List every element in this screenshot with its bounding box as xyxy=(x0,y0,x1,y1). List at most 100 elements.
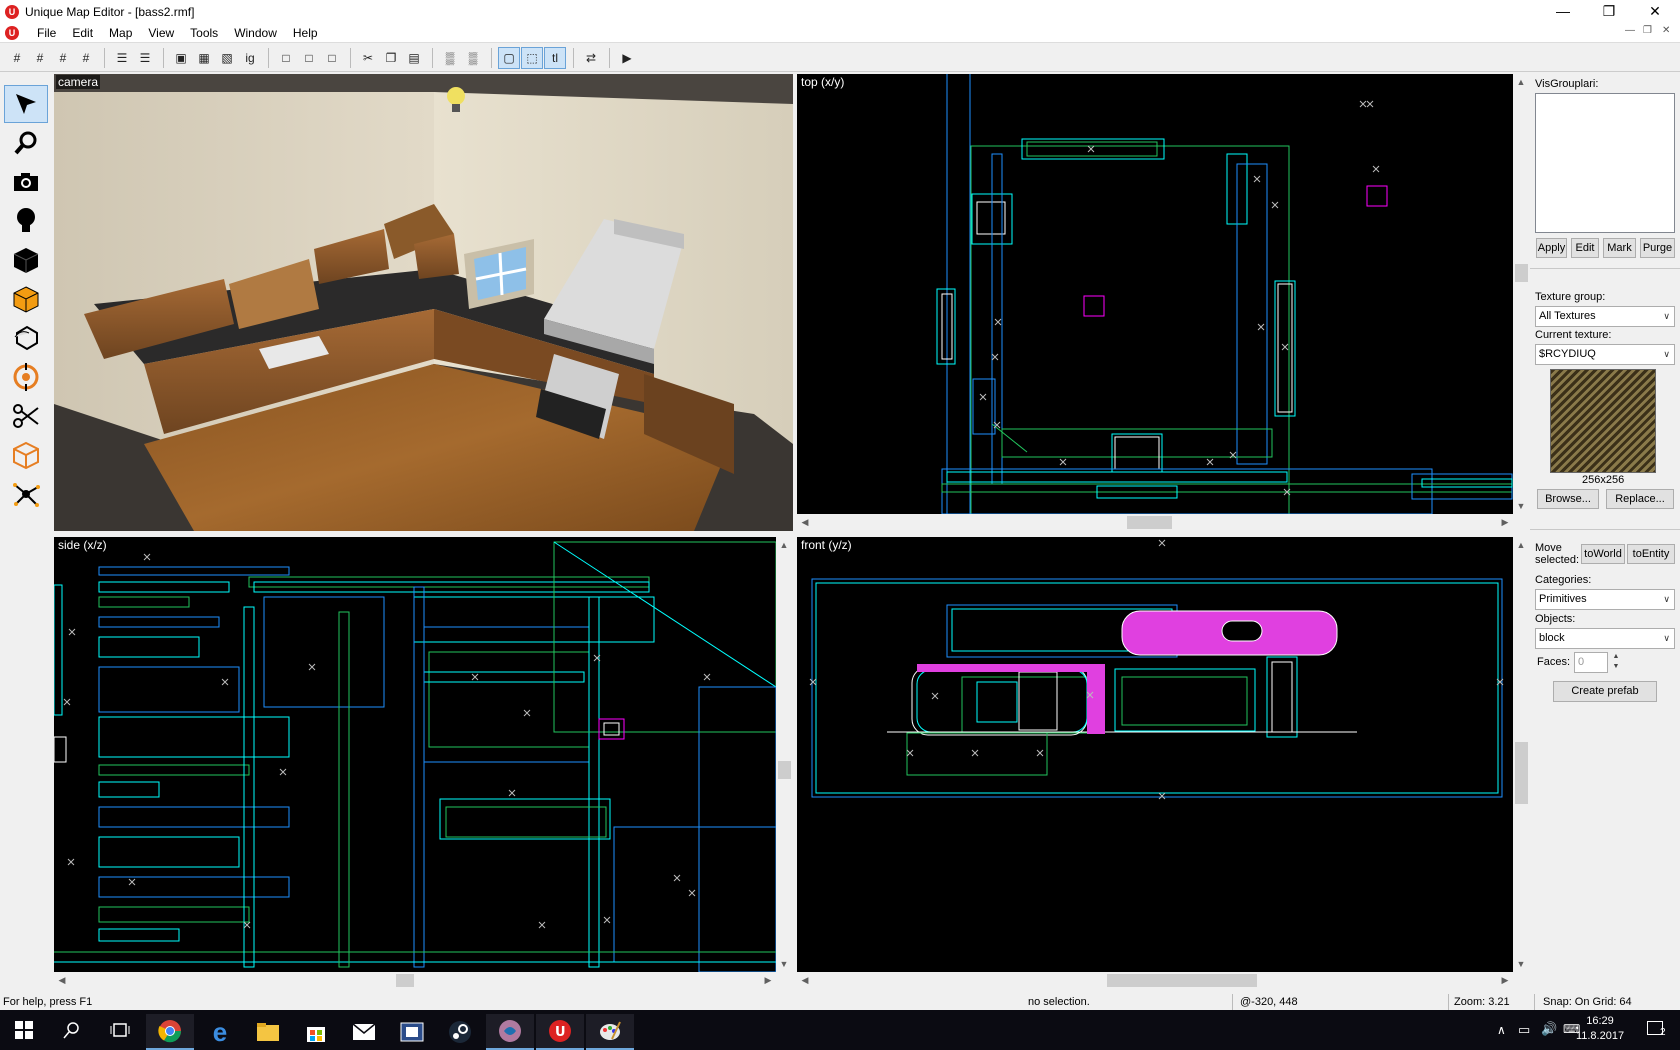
film-icon[interactable] xyxy=(388,1014,436,1050)
mdi-restore-button[interactable]: ❐ xyxy=(1643,25,1652,36)
visgroup-mark-button[interactable]: Mark xyxy=(1603,238,1636,258)
camera-tool-icon[interactable] xyxy=(4,163,48,201)
front-viewport-hscrollbar[interactable]: ◀ ▶ xyxy=(797,972,1513,989)
categories-select[interactable]: Primitives ∨ xyxy=(1535,589,1675,610)
side-viewport[interactable]: side (x/z) xyxy=(54,537,776,972)
toggle-texture-lock-icon[interactable]: ▒ xyxy=(439,47,461,69)
mdi-minimize-button[interactable]: — xyxy=(1625,25,1635,36)
faces-spinner[interactable]: ▲ ▼ xyxy=(1610,652,1622,673)
create-prefab-button[interactable]: Create prefab xyxy=(1553,681,1657,702)
mdi-close-button[interactable]: ✕ xyxy=(1662,25,1670,36)
faces-input[interactable]: 0 xyxy=(1574,652,1608,673)
current-texture-select[interactable]: $RCYDIUQ ∨ xyxy=(1535,344,1675,365)
grid-toggle-icon[interactable]: # xyxy=(6,47,28,69)
entity-tool-icon[interactable] xyxy=(4,202,48,240)
objects-select[interactable]: block ∨ xyxy=(1535,628,1675,649)
to-entity-button[interactable]: toEntity xyxy=(1627,544,1675,564)
visgroup-purge-button[interactable]: Purge xyxy=(1640,238,1675,258)
side-wireframe xyxy=(54,541,776,972)
grid-snap-icon[interactable]: # xyxy=(75,47,97,69)
steam-icon[interactable] xyxy=(436,1014,484,1050)
magnify-tool-icon[interactable] xyxy=(4,124,48,162)
texture-apply-icon[interactable]: □ xyxy=(298,47,320,69)
select-by-handles-icon[interactable]: ▢ xyxy=(498,46,520,69)
menu-view[interactable]: View xyxy=(140,26,182,40)
task-view-icon[interactable] xyxy=(96,1010,144,1050)
show-hidden-icons[interactable]: ∧ xyxy=(1497,1023,1506,1037)
search-icon[interactable] xyxy=(48,1010,96,1050)
hide-selected-icon[interactable]: ▣ xyxy=(170,47,192,69)
selection-tool-icon[interactable] xyxy=(4,85,48,123)
menu-window[interactable]: Window xyxy=(226,26,285,40)
hammer-editor-icon[interactable] xyxy=(486,1014,534,1050)
status-bar: For help, press F1 no selection. @-320, … xyxy=(0,992,1680,1012)
paint-icon[interactable] xyxy=(586,1014,634,1050)
visgroups-label: VisGrouplari: xyxy=(1535,78,1599,90)
texture-lock-icon[interactable]: □ xyxy=(275,47,297,69)
chrome-icon[interactable] xyxy=(146,1014,194,1050)
front-wireframe xyxy=(809,539,1504,800)
menu-edit[interactable]: Edit xyxy=(64,26,101,40)
top-viewport[interactable]: top (x/y) xyxy=(797,74,1513,514)
objects-value: block xyxy=(1539,632,1565,644)
texture-tool-icon[interactable] xyxy=(4,280,48,318)
mail-icon[interactable] xyxy=(340,1014,388,1050)
top-viewport-vscrollbar[interactable]: ▲ ▼ xyxy=(1513,74,1530,514)
file-explorer-icon[interactable] xyxy=(244,1014,292,1050)
menu-map[interactable]: Map xyxy=(101,26,140,40)
group-icon[interactable]: ☰ xyxy=(111,47,133,69)
close-button[interactable]: ✕ xyxy=(1632,0,1678,23)
action-center-icon[interactable]: 2 xyxy=(1640,1021,1670,1038)
faces-label: Faces: xyxy=(1537,656,1571,668)
start-button[interactable] xyxy=(0,1010,48,1050)
paste-icon[interactable]: ▤ xyxy=(403,47,425,69)
app-icon[interactable]: U xyxy=(5,4,19,19)
edge-icon[interactable]: e xyxy=(196,1014,244,1050)
decal-tool-icon[interactable] xyxy=(4,358,48,396)
top-viewport-hscrollbar[interactable]: ◀ ▶ xyxy=(797,514,1513,531)
front-viewport-vscrollbar[interactable]: ▲ ▼ xyxy=(1513,537,1530,972)
visgroup-edit-button[interactable]: Edit xyxy=(1571,238,1599,258)
compile-settings-icon[interactable]: ⇄ xyxy=(580,47,602,69)
carve-icon[interactable]: ▦ xyxy=(193,47,215,69)
map-editor-taskbar-icon[interactable]: U xyxy=(536,1014,584,1050)
grid-larger-icon[interactable]: # xyxy=(52,47,74,69)
apply-texture-tool-icon[interactable] xyxy=(4,319,48,357)
menu-help[interactable]: Help xyxy=(285,26,326,40)
visgroup-apply-button[interactable]: Apply xyxy=(1536,238,1567,258)
visgroups-list[interactable] xyxy=(1535,93,1675,233)
replace-textures-button[interactable]: Replace... xyxy=(1606,489,1674,509)
texture-group-select[interactable]: All Textures ∨ xyxy=(1535,306,1675,327)
copy-icon[interactable]: ❐ xyxy=(380,47,402,69)
store-icon[interactable] xyxy=(292,1014,340,1050)
minimize-button[interactable]: — xyxy=(1540,0,1586,23)
maximize-button[interactable]: ❐ xyxy=(1586,0,1632,23)
side-viewport-hscrollbar[interactable]: ◀ ▶ xyxy=(54,972,776,989)
ignore-groups-icon[interactable]: ig xyxy=(239,47,261,69)
front-viewport[interactable]: front (y/z) xyxy=(797,537,1513,972)
run-map-icon[interactable]: ▶ xyxy=(616,47,638,69)
vertex-tool-icon[interactable] xyxy=(4,436,48,474)
to-world-button[interactable]: toWorld xyxy=(1581,544,1625,564)
select-tl-icon[interactable]: tl xyxy=(544,46,566,69)
clip-tool-icon[interactable] xyxy=(4,397,48,435)
menu-file[interactable]: File xyxy=(29,26,64,40)
toggle-scale-lock-icon[interactable]: ▒ xyxy=(462,47,484,69)
hollow-icon[interactable]: ▧ xyxy=(216,47,238,69)
browse-textures-button[interactable]: Browse... xyxy=(1537,489,1599,509)
menu-tools[interactable]: Tools xyxy=(182,26,226,40)
document-icon[interactable]: U xyxy=(5,25,19,40)
chevron-down-icon: ∨ xyxy=(1663,349,1670,359)
select-by-center-icon[interactable]: ⬚ xyxy=(521,46,543,69)
clock[interactable]: 16:29 11.8.2017 xyxy=(1572,1014,1628,1044)
side-viewport-vscrollbar[interactable]: ▲ ▼ xyxy=(776,537,793,972)
cut-icon[interactable]: ✂ xyxy=(357,47,379,69)
grid-smaller-icon[interactable]: # xyxy=(29,47,51,69)
network-icon[interactable]: ▭ xyxy=(1518,1022,1530,1038)
block-tool-icon[interactable] xyxy=(4,241,48,279)
cube-icon[interactable]: □ xyxy=(321,47,343,69)
volume-icon[interactable]: 🔊 xyxy=(1541,1021,1557,1037)
camera-viewport[interactable]: camera xyxy=(54,74,793,531)
ungroup-icon[interactable]: ☰ xyxy=(134,47,156,69)
path-tool-icon[interactable] xyxy=(4,475,48,513)
